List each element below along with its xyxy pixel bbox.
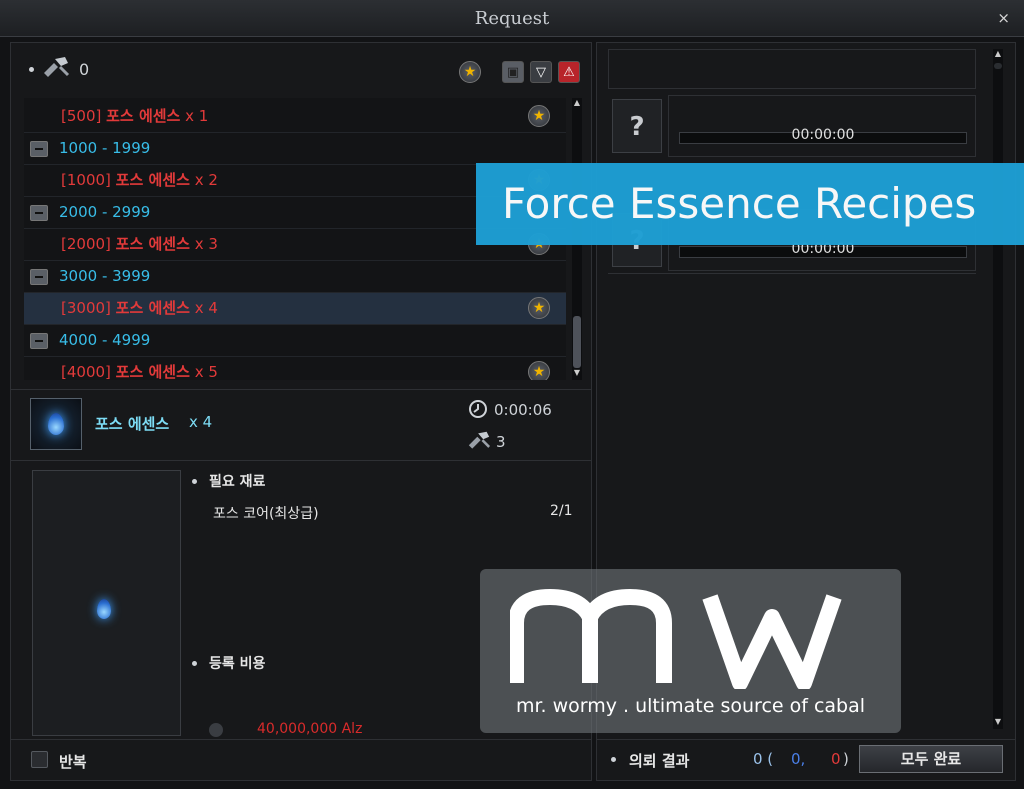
force-essence-icon bbox=[97, 599, 111, 619]
recipe-group-header[interactable]: 4000 - 4999 bbox=[24, 325, 566, 357]
slot-progress-frame: 00:00:00 bbox=[668, 95, 976, 157]
result-close: ) bbox=[843, 750, 849, 768]
recipe-group-header[interactable]: 3000 - 3999 bbox=[24, 261, 566, 293]
repeat-bar: 반복 bbox=[11, 739, 591, 780]
request-count: 0 bbox=[79, 60, 90, 79]
favorite-star-icon[interactable]: ★ bbox=[528, 361, 550, 380]
mw-logo bbox=[510, 588, 842, 689]
detail-item-qty: x 4 bbox=[189, 413, 213, 431]
window-title: Request bbox=[474, 8, 550, 29]
hammer-icon bbox=[44, 57, 70, 77]
recipe-toolbar: 0 ★ ▣ ▽ ⚠ bbox=[11, 43, 591, 95]
material-name: 포스 코어(최상급) bbox=[213, 506, 319, 522]
recipe-qty: x 2 bbox=[194, 171, 218, 189]
fee-title: 등록 비용 bbox=[209, 656, 266, 672]
favorite-star-icon[interactable]: ★ bbox=[528, 297, 550, 319]
unknown-item-icon: ? bbox=[612, 99, 662, 153]
result-total: 0 ( bbox=[753, 750, 774, 768]
bullet-icon bbox=[611, 757, 616, 762]
clock-icon bbox=[469, 400, 487, 418]
scroll-up-icon[interactable]: ▲ bbox=[572, 98, 582, 107]
result-blue: 0, bbox=[791, 750, 806, 768]
fee-value: 40,000,000 Alz bbox=[257, 721, 363, 737]
status-top-strip bbox=[608, 49, 976, 89]
detail-cost-count: 3 bbox=[496, 433, 506, 451]
recipe-name: 포스 에센스 bbox=[115, 235, 190, 253]
dropdown-filter-button[interactable]: ▽ bbox=[530, 61, 552, 83]
favorite-filter-button[interactable]: ★ bbox=[459, 61, 481, 83]
favorite-star-icon[interactable]: ★ bbox=[528, 105, 550, 127]
scroll-thumb[interactable] bbox=[573, 316, 581, 368]
group-range-label: 2000 - 2999 bbox=[59, 203, 151, 221]
bullet-icon bbox=[29, 67, 34, 72]
selected-recipe-detail: 포스 에센스 x 4 0:00:06 3 bbox=[11, 389, 591, 461]
recipe-name: 포스 에센스 bbox=[115, 171, 190, 189]
recipe-level: [4000] bbox=[61, 363, 111, 380]
result-label: 의뢰 결과 bbox=[629, 752, 690, 770]
scroll-up-icon[interactable]: ▲ bbox=[993, 49, 1003, 58]
alz-coin-icon bbox=[209, 723, 223, 737]
title-banner: Force Essence Recipes bbox=[476, 163, 1024, 245]
recipe-level: [1000] bbox=[61, 171, 111, 189]
recipe-level: [2000] bbox=[61, 235, 111, 253]
materials-title: 필요 재료 bbox=[209, 474, 266, 490]
collapse-icon[interactable] bbox=[30, 269, 48, 285]
result-bar: 의뢰 결과 0 ( 0, 0 ) 모두 완료 bbox=[597, 739, 1015, 780]
recipe-qty: x 5 bbox=[194, 363, 218, 380]
repeat-label: 반복 bbox=[59, 753, 87, 771]
watermark: mr. wormy . ultimate source of cabal bbox=[480, 569, 901, 733]
repeat-checkbox[interactable] bbox=[31, 751, 48, 768]
recipe-qty: x 4 bbox=[194, 299, 218, 317]
bullet-icon bbox=[192, 661, 197, 666]
recipe-level: [3000] bbox=[61, 299, 111, 317]
item-thumbnail bbox=[30, 398, 82, 450]
status-scrollbar[interactable]: ▲ ▼ bbox=[993, 49, 1003, 729]
recipe-name: 포스 에센스 bbox=[115, 299, 190, 317]
recipe-row[interactable]: [3000] 포스 에센스 x 4 ★ bbox=[24, 293, 566, 325]
collapse-icon[interactable] bbox=[30, 205, 48, 221]
recipe-row-label: [4000] 포스 에센스 x 5 bbox=[61, 357, 218, 380]
material-count: 2/1 bbox=[550, 503, 573, 519]
slot-time: 00:00:00 bbox=[791, 127, 855, 143]
folder-filter-button[interactable]: ▣ bbox=[502, 61, 524, 83]
item-preview bbox=[32, 470, 181, 736]
force-essence-icon bbox=[48, 413, 64, 435]
window-titlebar: Request × bbox=[0, 0, 1024, 37]
group-range-label: 4000 - 4999 bbox=[59, 331, 151, 349]
warning-filter-button[interactable]: ⚠ bbox=[558, 61, 580, 83]
detail-time: 0:00:06 bbox=[494, 401, 552, 419]
complete-all-button[interactable]: 모두 완료 bbox=[859, 745, 1003, 773]
detail-item-name: 포스 에센스 bbox=[95, 415, 170, 433]
collapse-icon[interactable] bbox=[30, 141, 48, 157]
recipe-name: 포스 에센스 bbox=[106, 107, 181, 125]
scroll-down-icon[interactable]: ▼ bbox=[993, 717, 1003, 726]
recipe-row-label: [1000] 포스 에센스 x 2 bbox=[61, 165, 218, 196]
close-icon[interactable]: × bbox=[997, 9, 1010, 27]
recipe-qty: x 3 bbox=[194, 235, 218, 253]
recipe-level: [500] bbox=[61, 107, 102, 125]
group-range-label: 1000 - 1999 bbox=[59, 139, 151, 157]
result-red: 0 bbox=[831, 750, 841, 768]
watermark-tagline: mr. wormy . ultimate source of cabal bbox=[515, 695, 866, 717]
bullet-icon bbox=[192, 479, 197, 484]
recipe-row-label: [3000] 포스 에센스 x 4 bbox=[61, 293, 218, 324]
group-range-label: 3000 - 3999 bbox=[59, 267, 151, 285]
recipe-row[interactable]: [4000] 포스 에센스 x 5 ★ bbox=[24, 357, 566, 380]
recipe-name: 포스 에센스 bbox=[115, 363, 190, 380]
recipe-row[interactable]: [500] 포스 에센스 x 1 ★ bbox=[24, 101, 566, 133]
collapse-icon[interactable] bbox=[30, 333, 48, 349]
request-slot-1[interactable]: ? 00:00:00 bbox=[608, 95, 976, 157]
slot-divider bbox=[608, 273, 976, 274]
recipe-row-label: [2000] 포스 에센스 x 3 bbox=[61, 229, 218, 260]
recipe-row-label: [500] 포스 에센스 x 1 bbox=[61, 101, 208, 132]
recipe-group-header[interactable]: 1000 - 1999 bbox=[24, 133, 566, 165]
recipe-qty: x 1 bbox=[185, 107, 209, 125]
scroll-thumb[interactable] bbox=[994, 63, 1002, 69]
hammer-icon bbox=[468, 431, 491, 449]
scroll-down-icon[interactable]: ▼ bbox=[572, 368, 582, 377]
